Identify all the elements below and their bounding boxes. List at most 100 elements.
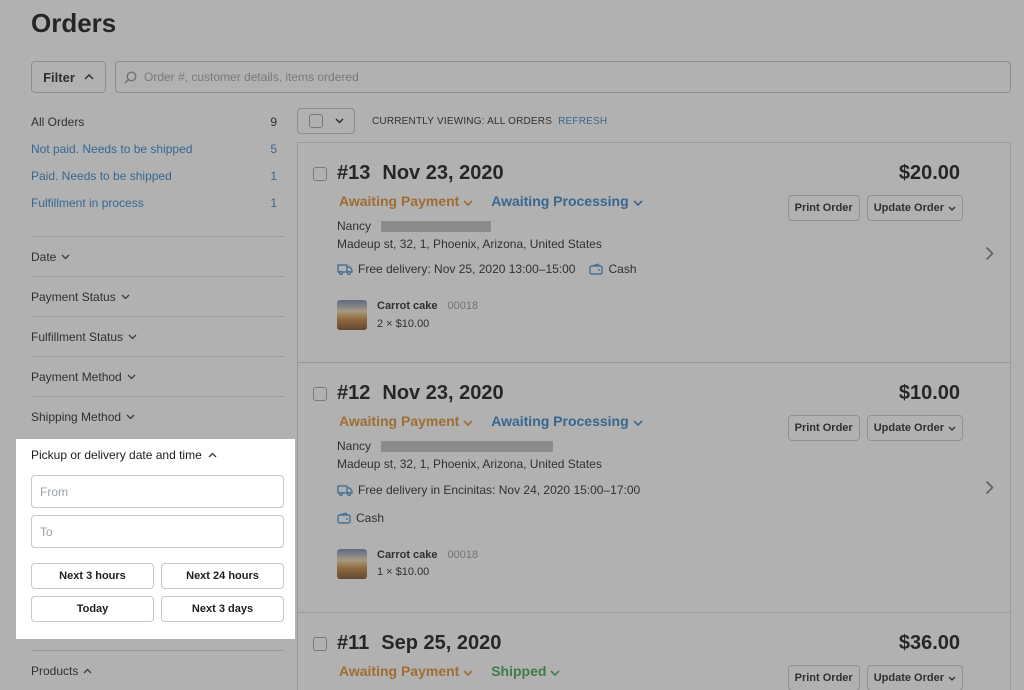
fulfillment-status-label: Shipped [491,663,547,679]
order-row[interactable]: #13 Nov 23, 2020 $20.00 Awaiting Payment … [298,143,1010,363]
chevron-down-icon [550,670,560,677]
delivery-date-filter-panel: Pickup or delivery date and time Next 3 … [16,439,295,639]
order-statuses: Awaiting Payment Awaiting Processing [339,193,643,209]
payment-status-label: Awaiting Payment [339,413,460,429]
from-date-input[interactable] [31,475,284,508]
redacted-email [381,221,492,233]
order-total: $36.00 [898,632,960,654]
next-3-hours-button[interactable]: Next 3 hours [31,563,154,589]
item-name-text: Carrot cake [377,549,438,561]
chevron-down-icon [948,676,956,681]
update-order-label: Update Order [873,672,944,684]
wallet-icon [589,263,604,275]
fulfillment-status-dropdown[interactable]: Awaiting Processing [491,413,643,429]
facet-label: Date [31,249,57,264]
facet-payment-method[interactable]: Payment Method [31,356,284,396]
print-order-button[interactable]: Print Order [787,415,860,441]
delivery-info: Free delivery: Nov 25, 2020 13:00–15:00 … [337,262,637,276]
customer-label: Nancy [337,439,372,453]
status-label: All Orders [31,114,85,129]
update-order-button[interactable]: Update Order [866,415,963,441]
order-actions: Print Order Update Order [787,195,963,221]
delivery-text: Free delivery: Nov 25, 2020 13:00–15:00 [358,262,576,276]
product-thumbnail[interactable] [337,549,367,579]
order-checkbox[interactable] [313,387,327,401]
order-statuses: Awaiting Payment Shipped [339,663,560,679]
payment-status-dropdown[interactable]: Awaiting Payment [339,413,473,429]
search-bar[interactable] [115,61,1011,93]
viewing-label: CURRENTLY VIEWING: ALL ORDERS [372,115,553,127]
payment-status-dropdown[interactable]: Awaiting Payment [339,193,473,209]
order-checkbox[interactable] [313,637,327,651]
next-24-hours-button[interactable]: Next 24 hours [161,563,284,589]
select-all-dropdown[interactable] [297,108,355,134]
order-checkbox[interactable] [313,167,327,181]
order-number: #11 [337,632,370,654]
update-order-button[interactable]: Update Order [866,665,963,690]
customer-name: Nancy [337,219,492,233]
order-number: #12 [337,382,371,404]
update-order-button[interactable]: Update Order [866,195,963,221]
item-name-text: Carrot cake [377,300,438,312]
fulfillment-status-dropdown[interactable]: Awaiting Processing [491,193,643,209]
item-sku: 00018 [447,549,479,561]
product-thumbnail[interactable] [337,300,367,330]
truck-icon [337,485,353,496]
truck-icon [337,264,353,275]
status-count: 1 [270,168,277,183]
fulfillment-status-dropdown[interactable]: Shipped [491,663,560,679]
status-paid[interactable]: Paid. Needs to be shipped 1 [31,162,284,189]
facet-products[interactable]: Products [31,651,284,690]
fulfillment-status-label: Awaiting Processing [491,193,629,209]
order-actions: Print Order Update Order [787,415,963,441]
customer-label: Nancy [337,219,372,233]
sidebar: All Orders 9 Not paid. Needs to be shipp… [31,108,284,436]
update-order-label: Update Order [873,422,944,434]
chevron-up-icon [83,668,92,674]
chevron-right-icon[interactable] [985,480,994,495]
status-all-orders[interactable]: All Orders 9 [31,108,284,135]
fulfillment-status-label: Awaiting Processing [491,413,629,429]
status-not-paid[interactable]: Not paid. Needs to be shipped 5 [31,135,284,162]
item-quantity: 1 × $10.00 [377,566,430,578]
facet-date[interactable]: Date [31,236,284,276]
chevron-down-icon [61,254,70,259]
order-date: Nov 23, 2020 [382,162,504,184]
status-count: 9 [270,114,277,129]
chevron-right-icon[interactable] [985,246,994,261]
order-row[interactable]: #12 Nov 23, 2020 $10.00 Awaiting Payment … [298,363,1010,613]
search-input[interactable] [144,70,1004,84]
facet-fulfillment-status[interactable]: Fulfillment Status [31,316,284,356]
customer-name: Nancy [337,439,554,453]
status-count: 5 [270,141,277,156]
order-total: $20.00 [898,162,960,184]
chevron-down-icon [334,118,344,124]
payment-info: Cash [337,511,384,525]
orders-toolbar: CURRENTLY VIEWING: ALL ORDERS REFRESH [297,108,607,134]
chevron-down-icon [463,200,473,207]
order-number: #13 [337,162,371,184]
select-all-checkbox[interactable] [308,114,323,128]
today-button[interactable]: Today [31,596,154,622]
item-quantity: 2 × $10.00 [377,318,430,330]
delivery-info: Free delivery in Encinitas: Nov 24, 2020… [337,483,640,497]
print-order-button[interactable]: Print Order [787,195,860,221]
facet-shipping-method[interactable]: Shipping Method [31,396,284,436]
filter-button[interactable]: Filter [31,61,106,93]
status-fulfillment[interactable]: Fulfillment in process 1 [31,189,284,216]
search-icon [124,70,137,84]
chevron-down-icon [126,414,135,419]
delivery-filter-toggle[interactable]: Pickup or delivery date and time [31,448,217,462]
facet-payment-status[interactable]: Payment Status [31,276,284,316]
chevron-down-icon [127,374,136,379]
chevron-up-icon [84,74,94,80]
facet-label: Payment Method [31,369,122,384]
to-date-input[interactable] [31,515,284,548]
payment-status-dropdown[interactable]: Awaiting Payment [339,663,473,679]
next-3-days-button[interactable]: Next 3 days [161,596,284,622]
order-row[interactable]: #11 Sep 25, 2020 $36.00 Awaiting Payment … [298,613,1010,690]
payment-status-label: Awaiting Payment [339,663,460,679]
refresh-link[interactable]: REFRESH [558,116,607,127]
print-order-button[interactable]: Print Order [787,665,860,690]
orders-list: #13 Nov 23, 2020 $20.00 Awaiting Payment … [297,142,1011,690]
